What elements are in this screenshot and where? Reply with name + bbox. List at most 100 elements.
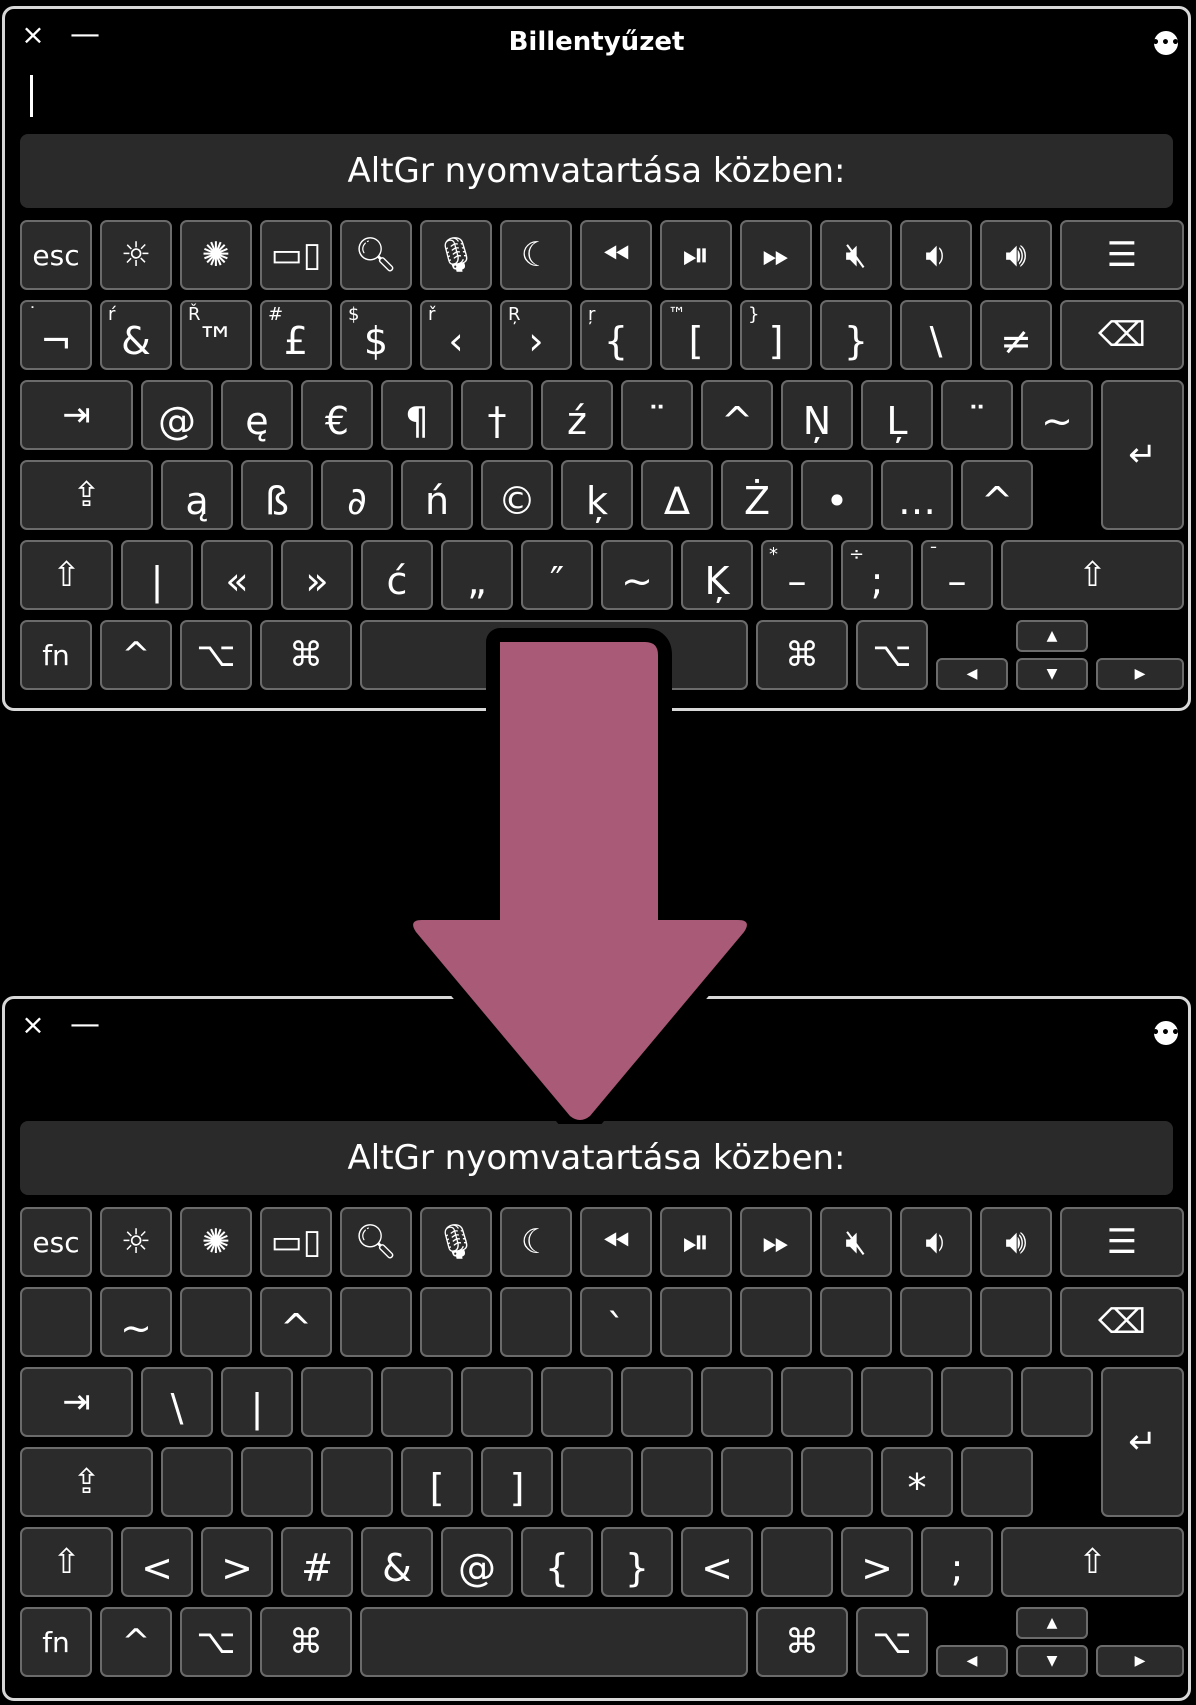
key-row2-5[interactable]: ź [541, 380, 613, 450]
key-row2-11[interactable] [1021, 1367, 1093, 1437]
rewind-key[interactable]: ⏪︎ [580, 220, 652, 290]
key-row1-5[interactable]: ř ‹ [420, 300, 492, 370]
key-row3-9[interactable]: * [881, 1447, 953, 1517]
key-row2-9[interactable] [861, 1367, 933, 1437]
right-command-key[interactable]: ⌘ [756, 620, 848, 690]
key-row2-6[interactable]: ¨ [621, 380, 693, 450]
key-row4-2[interactable]: # [281, 1527, 353, 1597]
brightness-up-key[interactable]: ✺ [180, 220, 252, 290]
key-row1-2[interactable]: Ř ™ [180, 300, 252, 370]
key-row4-2[interactable]: » [281, 540, 353, 610]
moon-key[interactable]: ☾ [500, 1207, 572, 1277]
key-row1-8[interactable]: ™[ [660, 300, 732, 370]
caps-lock-key[interactable]: ⇪ [20, 460, 153, 530]
control-key[interactable]: ^ [100, 620, 172, 690]
key-row1-12[interactable] [980, 1287, 1052, 1357]
key-row4-7[interactable]: < [681, 1527, 753, 1597]
right-shift-key[interactable]: ⇧ [1001, 1527, 1184, 1597]
brightness-up-key[interactable]: ✺ [180, 1207, 252, 1277]
key-row1-9[interactable]: }] [740, 300, 812, 370]
volume-down-key[interactable]: 🔉︎ [900, 220, 972, 290]
key-row4-1[interactable]: > [201, 1527, 273, 1597]
space-bar[interactable] [360, 620, 748, 690]
option-key[interactable]: ⌥ [180, 620, 252, 690]
key-row4-5[interactable]: { [521, 1527, 593, 1597]
command-key[interactable]: ⌘ [260, 1607, 352, 1677]
brightness-down-key[interactable]: ☼ [100, 1207, 172, 1277]
key-row1-12[interactable]: ≠ [980, 300, 1052, 370]
left-arrow-key[interactable]: ◀ [936, 1645, 1008, 1677]
delete-key[interactable]: ⌫ [1060, 1287, 1184, 1357]
space-bar[interactable] [360, 1607, 748, 1677]
key-row3-3[interactable]: ń [401, 460, 473, 530]
key-row3-7[interactable] [721, 1447, 793, 1517]
volume-down-key[interactable]: 🔉︎ [900, 1207, 972, 1277]
key-row3-4[interactable]: © [481, 460, 553, 530]
key-row1-9[interactable] [740, 1287, 812, 1357]
key-row3-6[interactable] [641, 1447, 713, 1517]
key-row3-2[interactable]: ∂ [321, 460, 393, 530]
key-row1-7[interactable]: ŗ{ [580, 300, 652, 370]
key-row3-6[interactable]: ∆ [641, 460, 713, 530]
key-row3-0[interactable]: ą [161, 460, 233, 530]
key-row2-5[interactable] [541, 1367, 613, 1437]
up-arrow-key[interactable]: ▲ [1016, 620, 1088, 652]
key-row2-8[interactable]: Ņ [781, 380, 853, 450]
volume-up-key[interactable]: 🔊︎ [980, 220, 1052, 290]
key-row1-3[interactable]: ^ [260, 1287, 332, 1357]
key-row2-4[interactable] [461, 1367, 533, 1437]
mission-control-key[interactable]: ▭▯ [260, 1207, 332, 1277]
key-row3-10[interactable]: ^ [961, 460, 1033, 530]
key-row1-5[interactable] [420, 1287, 492, 1357]
key-row1-11[interactable]: \ [900, 300, 972, 370]
key-row1-2[interactable] [180, 1287, 252, 1357]
key-row2-11[interactable]: ~ [1021, 380, 1093, 450]
key-row3-5[interactable] [561, 1447, 633, 1517]
right-option-key[interactable]: ⌥ [856, 620, 928, 690]
key-row4-0[interactable]: < [121, 1527, 193, 1597]
key-row3-8[interactable]: • [801, 460, 873, 530]
search-key[interactable]: 🔍︎ [340, 1207, 412, 1277]
left-shift-key[interactable]: ⇧ [20, 540, 113, 610]
key-row3-1[interactable] [241, 1447, 313, 1517]
key-row4-6[interactable]: } [601, 1527, 673, 1597]
key-row1-7[interactable]: ` [580, 1287, 652, 1357]
key-row2-4[interactable]: † [461, 380, 533, 450]
key-row3-10[interactable] [961, 1447, 1033, 1517]
right-arrow-key[interactable]: ▶ [1096, 658, 1184, 690]
return-key[interactable]: ↵ [1101, 380, 1184, 530]
tab-key[interactable]: ⇥ [20, 1367, 133, 1437]
left-arrow-key[interactable]: ◀ [936, 658, 1008, 690]
key-row2-10[interactable] [941, 1367, 1013, 1437]
key-row1-8[interactable] [660, 1287, 732, 1357]
key-row1-1[interactable]: ~ [100, 1287, 172, 1357]
command-key[interactable]: ⌘ [260, 620, 352, 690]
key-row3-9[interactable]: … [881, 460, 953, 530]
down-arrow-key[interactable]: ▼ [1016, 658, 1088, 690]
key-row3-3[interactable]: [ [401, 1447, 473, 1517]
fast-forward-key[interactable]: ⏩︎ [740, 220, 812, 290]
key-row4-1[interactable]: « [201, 540, 273, 610]
fn-key[interactable]: fn [20, 1607, 92, 1677]
esc-key-key[interactable]: esc [20, 1207, 92, 1277]
key-row2-0[interactable]: @ [141, 380, 213, 450]
key-row4-4[interactable]: „ [441, 540, 513, 610]
return-key[interactable]: ↵ [1101, 1367, 1184, 1517]
key-row2-10[interactable]: ¨ [941, 380, 1013, 450]
key-row4-8[interactable] [761, 1527, 833, 1597]
key-row2-7[interactable]: ^ [701, 380, 773, 450]
play-pause-key[interactable]: ⏯︎ [660, 1207, 732, 1277]
key-row4-10[interactable]: ¯ – [921, 540, 993, 610]
key-row1-4[interactable] [340, 1287, 412, 1357]
control-key[interactable]: ^ [100, 1607, 172, 1677]
right-option-key[interactable]: ⌥ [856, 1607, 928, 1677]
key-row4-4[interactable]: @ [441, 1527, 513, 1597]
key-row3-8[interactable] [801, 1447, 873, 1517]
key-row2-2[interactable]: € [301, 380, 373, 450]
key-row4-3[interactable]: ć [361, 540, 433, 610]
key-row1-3[interactable]: # £ [260, 300, 332, 370]
key-row1-10[interactable] [820, 1287, 892, 1357]
right-command-key[interactable]: ⌘ [756, 1607, 848, 1677]
key-row1-6[interactable]: Ŗ › [500, 300, 572, 370]
microphone-key[interactable]: 🎙︎ [420, 1207, 492, 1277]
